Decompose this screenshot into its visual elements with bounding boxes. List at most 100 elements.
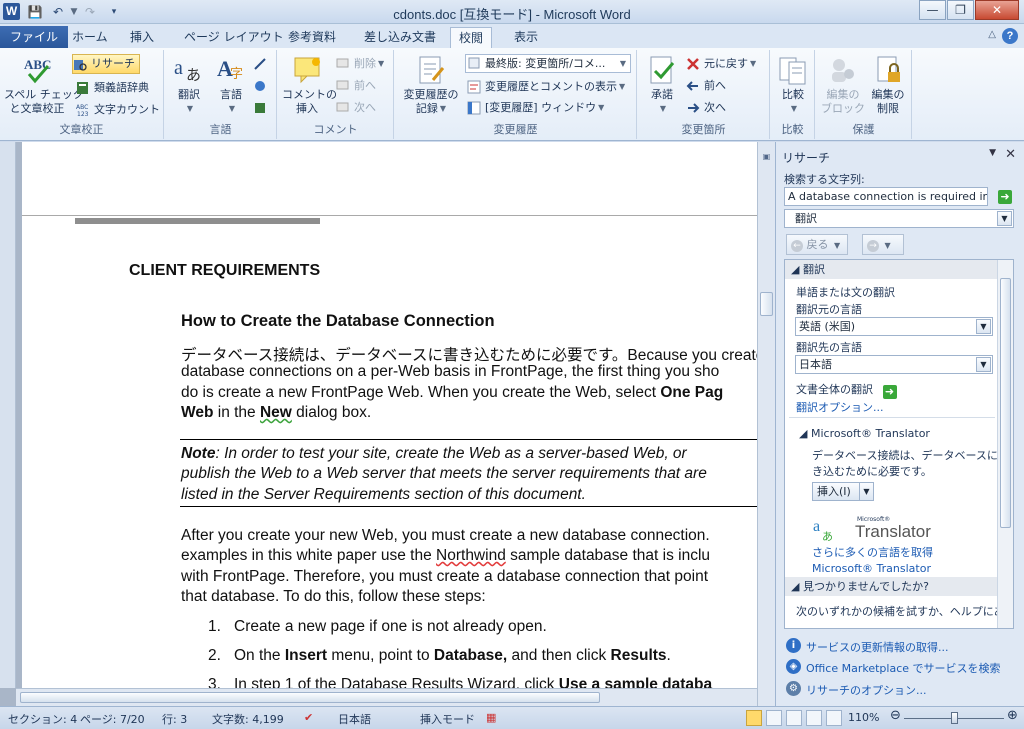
next-comment-button[interactable]: 次へ (336, 98, 376, 118)
proofing-status-icon[interactable]: ✔ (304, 711, 313, 724)
outline-view-icon[interactable] (806, 710, 822, 726)
language-button[interactable]: A 字 言語 ▼ (211, 54, 251, 116)
translate-document-link[interactable]: 文書全体の翻訳 ➜ (796, 381, 897, 399)
translate-button[interactable]: a あ 翻訳 ▼ (169, 54, 209, 116)
translate-icon: a あ (174, 57, 201, 84)
vertical-scrollbar[interactable]: ▣ (757, 142, 775, 706)
close-pane-icon[interactable]: ✕ (1005, 147, 1016, 162)
forward-icon: → (867, 240, 879, 252)
paragraph-line: with FrontPage. Therefore, you must crea… (181, 568, 709, 585)
tab-references[interactable]: 参考資料 (280, 27, 344, 48)
note-line: publish the Web to a Web server that mee… (181, 465, 707, 482)
horizontal-scroll-thumb[interactable] (20, 692, 600, 703)
tab-file[interactable]: ファイル (0, 26, 69, 48)
display-for-review-select[interactable]: 最終版: 変更箇所/コメ... ▼ (465, 54, 631, 73)
document-page[interactable]: CLIENT REQUIREMENTS How to Create the Da… (22, 142, 757, 688)
group-label-tracking: 変更履歴 (493, 123, 538, 136)
accept-button[interactable]: 承諾 ▼ (642, 54, 682, 116)
new-comment-icon (294, 57, 320, 84)
translate-from-select[interactable]: 英語 (米国) ▼ (795, 317, 993, 336)
research-options-link[interactable]: ⚙ リサーチのオプション... (786, 681, 927, 698)
tab-home[interactable]: ホーム (64, 27, 116, 48)
group-label-comments: コメント (313, 123, 358, 136)
office-marketplace-link[interactable]: ◈ Office Marketplace でサービスを検索 (786, 659, 1001, 676)
service-select[interactable]: 翻訳 ▼ (784, 209, 1014, 228)
delete-comment-button[interactable]: 削除 ▼ (336, 54, 384, 74)
collapse-ribbon-icon[interactable]: △ (988, 29, 996, 40)
tab-insert[interactable]: 挿入 (122, 27, 162, 48)
section-translate[interactable]: ◢ 翻訳 (785, 260, 997, 279)
translate-screentip-button[interactable] (253, 54, 269, 74)
translate-document-go-icon[interactable]: ➜ (882, 385, 897, 399)
next-comment-icon (336, 102, 349, 112)
zoom-slider-thumb[interactable] (951, 712, 958, 724)
ruler-toggle-icon[interactable]: ▣ (760, 150, 773, 164)
zoom-level[interactable]: 110% (848, 711, 879, 724)
language-setting-button[interactable] (253, 76, 269, 96)
zoom-out-icon[interactable]: ⊖ (890, 708, 901, 723)
status-word-count[interactable]: 文字数: 4,199 (212, 711, 284, 727)
macro-recording-icon[interactable]: ▦ (486, 711, 496, 724)
translator-logo-icon: a あ (813, 518, 833, 542)
tab-page-layout[interactable]: ページ レイアウト (176, 27, 292, 48)
minimize-button[interactable]: — (919, 0, 946, 20)
word-count-button[interactable]: ABC 123 文字カウント (76, 100, 160, 120)
list-item: Create a new page if one is not already … (234, 618, 547, 635)
back-button[interactable]: ← 戻る ▼ (786, 234, 848, 255)
horizontal-scrollbar[interactable] (16, 688, 757, 706)
restore-button[interactable]: ❐ (947, 0, 974, 20)
results-scroll-thumb[interactable] (1000, 278, 1011, 528)
translate-to-select[interactable]: 日本語 ▼ (795, 355, 993, 374)
new-comment-button[interactable]: コメントの 挿入 (282, 54, 337, 116)
tab-mailings[interactable]: 差し込み文書 (356, 27, 444, 48)
thesaurus-button[interactable]: 類義語辞典 (76, 78, 149, 98)
status-page[interactable]: ページ: 7/20 (80, 711, 145, 727)
reject-button[interactable]: 元に戻す ▼ (686, 54, 756, 74)
svg-text:ABC: ABC (76, 104, 88, 111)
restrict-editing-button[interactable]: 編集の 制限 (866, 54, 910, 116)
vertical-scroll-thumb[interactable] (760, 292, 773, 316)
translation-options-link[interactable]: 翻訳オプション... (796, 399, 884, 415)
forward-button[interactable]: → ▼ (862, 234, 904, 255)
search-input[interactable]: A database connection is required in o (784, 187, 988, 206)
ms-translator-heading[interactable]: ◢ Microsoft® Translator (799, 427, 930, 440)
previous-comment-button[interactable]: 前へ (336, 76, 376, 96)
insert-translation-button[interactable]: 挿入(I) ▼ (812, 482, 874, 501)
close-window-button[interactable]: ✕ (975, 0, 1019, 20)
get-updates-link[interactable]: i サービスの更新情報の取得... (786, 638, 949, 655)
word-translation-heading: 単語または文の翻訳 (796, 286, 895, 299)
next-change-button[interactable]: 次へ (686, 98, 726, 118)
reviewing-pane-button[interactable]: [変更履歴] ウィンドウ ▼ (467, 98, 604, 118)
tab-review[interactable]: 校閲 (450, 27, 493, 48)
track-changes-button[interactable]: 変更履歴の 記録 ▼ (399, 54, 463, 116)
full-screen-reading-view-icon[interactable] (766, 710, 782, 726)
compare-button[interactable]: 比較 ▼ (773, 54, 813, 116)
status-language[interactable]: 日本語 (338, 711, 371, 727)
paragraph-line: After you create your new Web, you must … (181, 527, 710, 544)
spelling-language-button[interactable] (253, 98, 269, 118)
zoom-in-icon[interactable]: ⊕ (1007, 708, 1018, 723)
tab-view[interactable]: 表示 (506, 27, 546, 48)
section-not-found[interactable]: ◢ 見つかりませんでしたか? (785, 577, 997, 596)
pane-options-icon[interactable]: ▼ (989, 148, 996, 158)
group-compare: 比較 ▼ 比較 (771, 50, 815, 139)
research-button[interactable]: リサーチ (72, 54, 140, 74)
web-layout-view-icon[interactable] (786, 710, 802, 726)
accept-icon (650, 56, 675, 84)
previous-change-button[interactable]: 前へ (686, 76, 726, 96)
block-authors-button[interactable]: 編集の ブロック (820, 54, 866, 116)
group-tracking: 変更履歴の 記録 ▼ 最終版: 変更箇所/コメ... ▼ 変更履歴とコメントの表示… (395, 50, 637, 139)
status-section[interactable]: セクション: 4 (8, 711, 77, 727)
results-scrollbar[interactable] (997, 260, 1013, 628)
paragraph-line: Web in the New dialog box. (181, 404, 372, 421)
draft-view-icon[interactable] (826, 710, 842, 726)
status-line[interactable]: 行: 3 (162, 711, 187, 727)
ms-translator-link[interactable]: Microsoft® Translator (812, 562, 931, 575)
more-languages-link[interactable]: さらに多くの言語を取得 (812, 544, 933, 560)
show-markup-button[interactable]: 変更履歴とコメントの表示 ▼ (467, 77, 625, 97)
print-layout-view-icon[interactable] (746, 710, 762, 726)
spelling-grammar-button[interactable]: ABC スペル チェック と文章校正 (4, 54, 84, 116)
help-icon[interactable]: ? (1002, 28, 1018, 44)
status-insert-mode[interactable]: 挿入モード (420, 711, 475, 727)
search-go-icon[interactable]: ➜ (998, 190, 1012, 204)
